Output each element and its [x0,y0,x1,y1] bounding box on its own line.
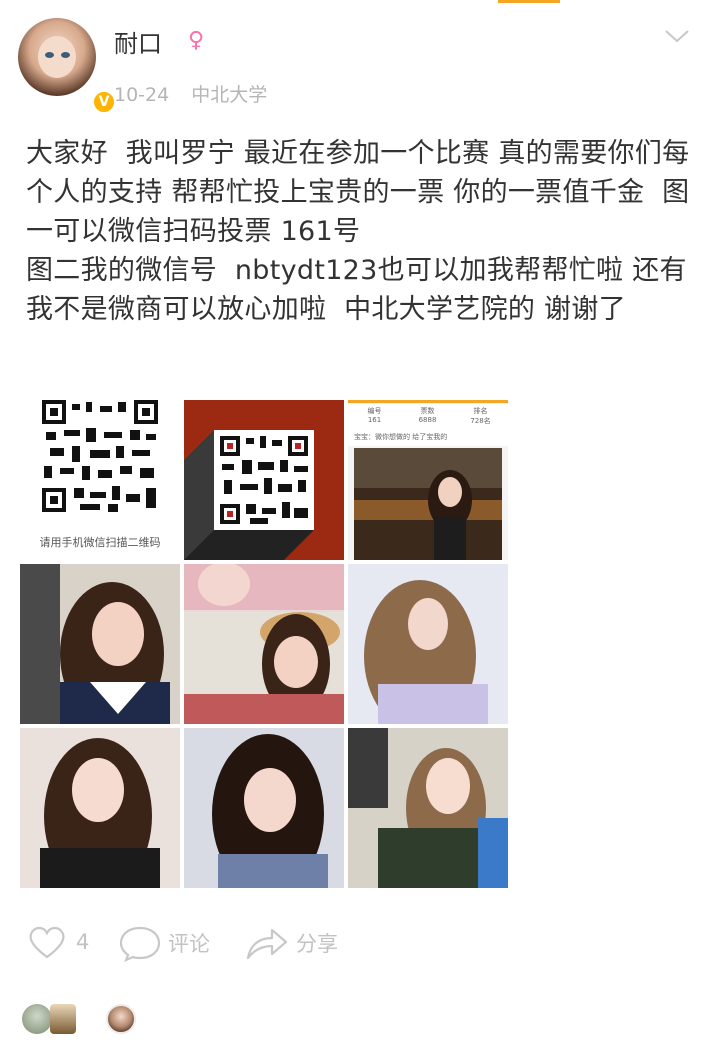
share-icon [246,928,288,960]
comment-label: 评论 [168,932,210,956]
avatar-face [38,36,76,78]
share-label: 分享 [296,932,338,956]
post-text: 大家好 我叫罗宁 最近在参加一个比赛 真的需要你们每个人的支持 帮帮忙投上宝贵的… [26,138,690,325]
like-count: 4 [76,930,90,954]
photo-graphic [40,738,160,888]
stat-label: 编号 [367,407,382,415]
photo-graphic [184,564,344,724]
image-vote-screenshot[interactable]: 编号 票数 排名 161 6888 728名 宝宝：微你想做的 给了宝我的 [348,400,508,560]
post-date: 10-24 [114,84,170,106]
like-button[interactable]: 4 [26,924,89,960]
vote-notice: 宝宝：微你想做的 给了宝我的 [354,433,448,441]
avatar[interactable]: V [18,18,116,114]
avatar-eye-right [61,52,70,58]
comment-button[interactable]: 评论 [118,924,210,962]
photo-graphic [212,734,328,888]
photo-2-3[interactable] [348,564,508,724]
vote-stats: 编号 票数 排名 161 6888 728名 [348,406,508,426]
post-meta: 10-24 中北大学 [114,80,267,107]
stat-label: 排名 [473,407,488,415]
liker-avatar[interactable] [50,1004,76,1034]
photo-2-1[interactable] [20,564,180,724]
photo-2-2[interactable] [184,564,344,724]
gender-icon: ♀ [188,28,205,53]
stat-value: 728名 [470,417,491,425]
photo-3-2[interactable] [184,728,344,888]
top-accent-bar [498,0,560,3]
username[interactable]: 耐口 [114,24,162,59]
liker-avatar[interactable] [106,1004,136,1034]
liker-avatar[interactable] [22,1004,52,1034]
image-qr-vote[interactable]: 请用手机微信扫描二维码 [20,400,180,560]
heart-icon [29,926,65,959]
photo-3-3[interactable] [348,728,508,888]
wechat-qr-graphic [184,430,314,560]
avatar-eye-left [45,52,54,58]
post-school: 中北大学 [191,84,268,106]
chevron-down-icon[interactable] [664,28,690,44]
qr-code-icon [42,400,158,512]
stat-value: 161 [367,416,382,424]
stat-value: 6888 [418,416,437,424]
comment-icon [119,926,161,962]
qr-caption: 请用手机微信扫描二维码 [39,536,161,549]
photo-graphic [348,564,508,724]
action-bar: 4 评论 分享 [0,924,716,974]
stat-label: 票数 [420,407,435,415]
share-button[interactable]: 分享 [244,924,338,962]
photo-graphic [20,564,170,724]
image-grid: 请用手机微信扫描二维码 编号 票数 排名 161 6888 728名 宝宝：微你… [20,400,508,888]
photo-graphic [348,728,508,888]
image-wechat-qr[interactable] [184,400,344,560]
photo-3-1[interactable] [20,728,180,888]
verified-icon: V [92,90,116,114]
